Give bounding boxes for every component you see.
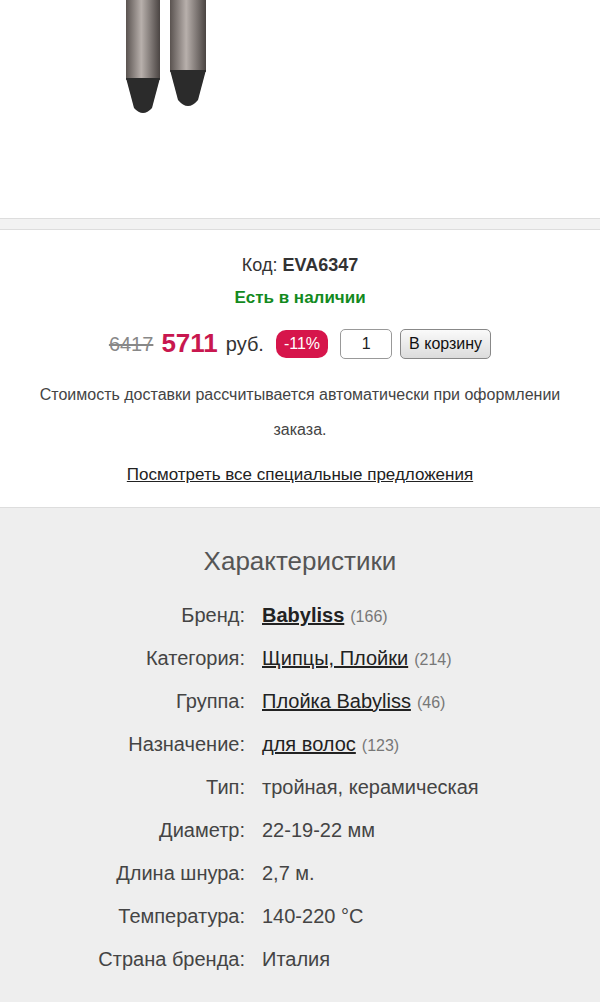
offers-link[interactable]: Посмотреть все специальные предложения xyxy=(127,463,473,487)
availability: Есть в наличии xyxy=(234,286,365,310)
spec-label: Диаметр: xyxy=(0,815,245,858)
spec-label: Категория: xyxy=(0,643,245,686)
specs-panel: Характеристики Бренд: Babyliss(166) Категор… xyxy=(0,508,600,997)
spec-value[interactable]: для волос(123) xyxy=(262,729,600,772)
spec-label: Бренд: xyxy=(0,600,245,643)
product-image xyxy=(0,0,600,218)
spec-count: (123) xyxy=(362,737,399,754)
divider-band xyxy=(0,218,600,230)
price-row: 64175711 руб. -11% 1 В корзину xyxy=(109,324,491,363)
specs-table: Бренд: Babyliss(166) Категория: Щипцы, Плой… xyxy=(0,600,600,987)
page: Код: EVA6347 Есть в наличии 64175711 руб. -1… xyxy=(0,0,600,1002)
spec-label: Группа: xyxy=(0,686,245,729)
spec-count: (214) xyxy=(414,651,451,668)
spec-count: (166) xyxy=(350,608,387,625)
discount-badge: -11% xyxy=(276,330,328,358)
spec-count: (46) xyxy=(417,694,445,711)
spec-value[interactable]: Babyliss(166) xyxy=(262,600,600,643)
quantity-input[interactable]: 1 xyxy=(340,329,392,359)
price: 5711 xyxy=(161,324,217,363)
spec-label: Страна бренда: xyxy=(0,944,245,987)
spec-label: Температура: xyxy=(0,901,245,944)
spec-label: Тип: xyxy=(0,772,245,815)
spec-value: 140-220 °C xyxy=(262,901,600,944)
spec-value: 2,7 м. xyxy=(262,858,600,901)
spec-label: Назначение: xyxy=(0,729,245,772)
spec-value: 22-19-22 мм xyxy=(262,815,600,858)
spec-value[interactable]: Щипцы, Плойки(214) xyxy=(262,643,600,686)
spec-value[interactable]: Плойка Babyliss(46) xyxy=(262,686,600,729)
spec-value: Италия xyxy=(262,944,600,987)
delivery-note: Стоимость доставки рассчитывается автома… xyxy=(30,377,570,447)
spec-label: Длина шнура: xyxy=(0,858,245,901)
curling-iron-icon xyxy=(100,0,260,120)
specs-title: Характеристики xyxy=(0,544,600,578)
buy-panel: Код: EVA6347 Есть в наличии 64175711 руб. -1… xyxy=(0,230,600,508)
product-code: Код: EVA6347 xyxy=(242,252,358,278)
add-to-cart-button[interactable]: В корзину xyxy=(400,329,491,359)
old-price: 6417 xyxy=(109,329,154,359)
spec-value: тройная, керамическая xyxy=(262,772,600,815)
currency: руб. xyxy=(226,329,264,359)
